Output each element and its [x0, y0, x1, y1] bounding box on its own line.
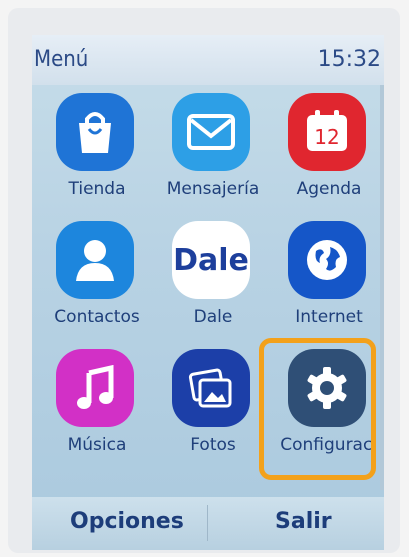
- app-agenda[interactable]: 12 Agenda: [274, 93, 384, 213]
- svg-text:12: 12: [314, 125, 339, 149]
- app-internet[interactable]: Internet: [274, 221, 384, 341]
- person-icon: [56, 221, 134, 299]
- softkey-divider: [207, 505, 208, 541]
- clock: 15:32: [317, 47, 381, 72]
- calendar-icon: 12: [288, 93, 366, 171]
- options-softkey[interactable]: Opciones: [70, 509, 184, 534]
- app-fotos[interactable]: Fotos: [158, 349, 268, 469]
- envelope-icon: [172, 93, 250, 171]
- status-bar: Menú 15:32: [32, 35, 384, 85]
- softkey-bar: Opciones Salir: [32, 497, 384, 550]
- app-label: Contactos: [54, 307, 140, 327]
- app-label: Mensajería: [166, 179, 260, 199]
- app-contactos[interactable]: Contactos: [42, 221, 152, 341]
- app-musica[interactable]: Música: [42, 349, 152, 469]
- dale-logo-icon: Dale: [172, 221, 250, 299]
- app-tienda[interactable]: Tienda: [42, 93, 152, 213]
- dale-logo-text: Dale: [173, 242, 249, 278]
- globe-icon: [288, 221, 366, 299]
- app-label: Dale: [193, 307, 233, 327]
- photos-icon: [172, 349, 250, 427]
- app-label: Internet: [295, 307, 363, 327]
- app-label: Agenda: [296, 179, 362, 199]
- app-label: Música: [67, 435, 127, 455]
- app-label: Tienda: [68, 179, 126, 199]
- app-dale[interactable]: Dale Dale: [158, 221, 268, 341]
- selection-highlight: [259, 338, 376, 480]
- menu-title: Menú: [34, 47, 89, 72]
- music-note-icon: [56, 349, 134, 427]
- app-label: Fotos: [190, 435, 236, 455]
- exit-softkey[interactable]: Salir: [275, 509, 332, 534]
- app-mensajeria[interactable]: Mensajería: [158, 93, 268, 213]
- shopping-bag-icon: [56, 93, 134, 171]
